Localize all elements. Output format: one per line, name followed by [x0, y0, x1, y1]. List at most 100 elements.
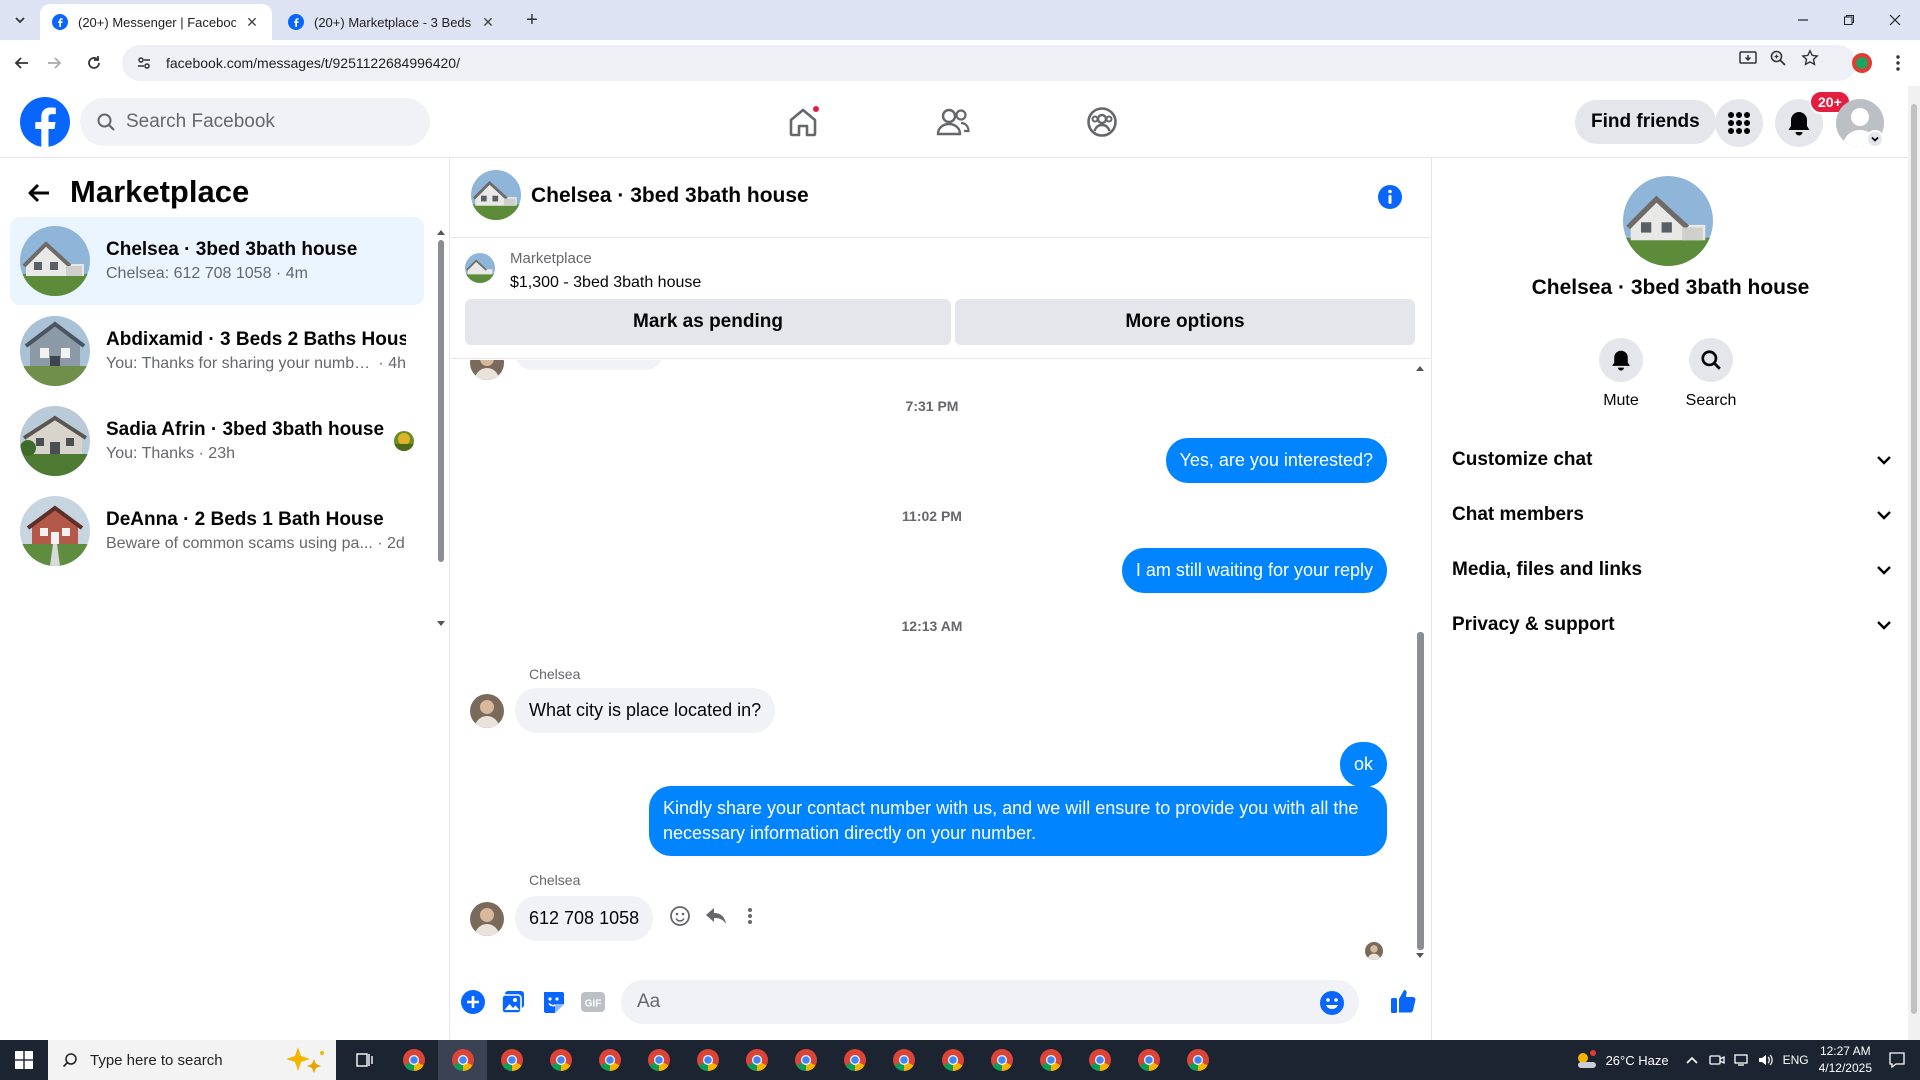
thumbs-up-icon[interactable] [1387, 985, 1419, 1017]
chat-scrollbar[interactable] [1413, 362, 1427, 960]
message-input-box[interactable] [621, 980, 1359, 1024]
chrome-taskbar-icon[interactable] [1075, 1040, 1124, 1080]
scrollbar-thumb[interactable] [1417, 632, 1424, 950]
tab-marketplace[interactable]: (20+) Marketplace - 3 Beds 2 B ✕ [276, 4, 508, 40]
react-emoji-icon[interactable] [667, 903, 693, 929]
conversation-avatar[interactable] [1623, 176, 1713, 266]
gif-icon[interactable]: GIF [579, 988, 607, 1016]
reload-icon[interactable] [80, 49, 108, 77]
weather-icon[interactable] [1574, 1049, 1598, 1071]
message-bubble-outgoing[interactable]: Kindly share your contact number with us… [649, 786, 1387, 856]
new-tab-button[interactable]: + [520, 8, 544, 32]
back-arrow-icon[interactable] [8, 49, 36, 77]
nav-home[interactable] [777, 96, 829, 148]
mark-as-pending-button[interactable]: Mark as pending [465, 299, 951, 345]
chrome-taskbar-icon[interactable] [977, 1040, 1026, 1080]
forward-arrow-icon[interactable] [40, 49, 68, 77]
chrome-taskbar-icon[interactable] [438, 1040, 487, 1080]
info-icon[interactable] [1377, 184, 1403, 210]
browser-menu-icon[interactable] [1884, 49, 1912, 77]
weather-text[interactable]: 26°C Haze [1606, 1053, 1669, 1068]
scrollbar-thumb[interactable] [1911, 104, 1917, 1014]
reply-icon[interactable] [703, 903, 729, 929]
chrome-taskbar-icon[interactable] [1026, 1040, 1075, 1080]
bookmark-star-icon[interactable] [1800, 48, 1820, 68]
clock[interactable]: 12:27 AM 4/12/2025 [1819, 1043, 1872, 1077]
chrome-taskbar-icon[interactable] [487, 1040, 536, 1080]
media-files-links-section[interactable]: Media, files and links [1452, 544, 1892, 596]
language-indicator[interactable]: ENG [1783, 1053, 1809, 1067]
close-tab-icon[interactable]: ✕ [244, 14, 260, 30]
message-bubble-incoming[interactable]: 612 708 1058 [515, 896, 654, 941]
listing-thumbnail[interactable] [465, 253, 495, 283]
chrome-taskbar-icon[interactable] [732, 1040, 781, 1080]
chat-title[interactable]: Chelsea · 3bed 3bath house [531, 184, 809, 208]
message-bubble-incoming[interactable]: What city is place located in? [515, 688, 776, 733]
tab-search-button[interactable] [8, 8, 32, 32]
taskbar-search[interactable]: Type here to search [48, 1040, 336, 1080]
install-app-icon[interactable] [1738, 48, 1758, 68]
back-arrow-icon[interactable] [24, 178, 54, 208]
windows-start-icon[interactable] [0, 1040, 48, 1080]
facebook-search-input[interactable] [126, 111, 416, 133]
house-thumbnail[interactable] [471, 170, 521, 220]
chrome-taskbar-icon[interactable] [389, 1040, 438, 1080]
conversation-item[interactable]: Chelsea · 3bed 3bath house Chelsea: 612 … [10, 217, 424, 305]
minimize-icon[interactable] [1780, 0, 1826, 40]
conversation-item[interactable]: DeAnna · 2 Beds 1 Bath House Beware of c… [10, 487, 424, 575]
privacy-support-section[interactable]: Privacy & support [1452, 599, 1892, 651]
restore-icon[interactable] [1826, 0, 1872, 40]
more-actions-icon[interactable] [737, 903, 763, 929]
profile-extension-icon[interactable] [1848, 49, 1876, 77]
mute-action[interactable]: Mute [1576, 338, 1666, 410]
page-scrollbar[interactable] [1908, 86, 1920, 1040]
task-view-icon[interactable] [340, 1040, 389, 1080]
chrome-taskbar-icon[interactable] [879, 1040, 928, 1080]
chrome-taskbar-icon[interactable] [634, 1040, 683, 1080]
message-bubble-outgoing[interactable]: I am still waiting for your reply [1121, 548, 1387, 593]
meet-now-icon[interactable] [1708, 1053, 1725, 1067]
sticker-icon[interactable] [539, 988, 567, 1016]
message-bubble-incoming[interactable] [515, 360, 663, 370]
chevron-down-icon[interactable] [1866, 130, 1884, 148]
more-options-button[interactable]: More options [955, 299, 1415, 345]
chrome-taskbar-icon[interactable] [683, 1040, 732, 1080]
plus-circle-icon[interactable] [459, 988, 487, 1016]
emoji-icon[interactable] [1319, 990, 1345, 1016]
nav-friends[interactable] [927, 96, 979, 148]
photo-icon[interactable] [499, 988, 527, 1016]
message-bubble-outgoing[interactable]: ok [1339, 742, 1387, 787]
chrome-taskbar-icon[interactable] [830, 1040, 879, 1080]
nav-groups[interactable] [1076, 96, 1128, 148]
chevron-up-icon[interactable] [1685, 1055, 1699, 1065]
notification-center-icon[interactable] [1888, 1051, 1906, 1069]
chelsea-avatar[interactable] [470, 902, 504, 936]
chrome-taskbar-icon[interactable] [928, 1040, 977, 1080]
chrome-taskbar-icon[interactable] [1173, 1040, 1222, 1080]
conversation-item[interactable]: Abdixamid · 3 Beds 2 Baths House You: Th… [10, 307, 424, 395]
facebook-logo-icon[interactable] [20, 97, 70, 147]
zoom-icon[interactable] [1768, 48, 1788, 68]
chelsea-avatar[interactable] [470, 694, 504, 728]
listing-title[interactable]: $1,300 - 3bed 3bath house [510, 274, 701, 292]
facebook-search-bar[interactable] [80, 98, 430, 146]
close-window-icon[interactable] [1872, 0, 1918, 40]
chrome-taskbar-icon[interactable] [781, 1040, 830, 1080]
chrome-taskbar-icon[interactable] [536, 1040, 585, 1080]
sidebar-scrollbar[interactable] [436, 228, 446, 628]
search-action[interactable]: Search [1666, 338, 1756, 410]
customize-chat-section[interactable]: Customize chat [1452, 434, 1892, 486]
find-friends-button[interactable]: Find friends [1575, 100, 1716, 144]
tab-messenger[interactable]: (20+) Messenger | Facebook ✕ [40, 4, 272, 40]
conversation-item[interactable]: Sadia Afrin · 3bed 3bath house You: Than… [10, 397, 424, 485]
chrome-taskbar-icon[interactable] [1124, 1040, 1173, 1080]
message-input[interactable] [637, 991, 1277, 1013]
scrollbar-thumb[interactable] [438, 240, 444, 562]
chat-members-section[interactable]: Chat members [1452, 489, 1892, 541]
close-tab-icon[interactable]: ✕ [480, 14, 496, 30]
message-bubble-outgoing[interactable]: Yes, are you interested? [1165, 438, 1387, 483]
address-bar[interactable]: facebook.com/messages/t/9251122684996420… [122, 45, 1856, 81]
volume-icon[interactable] [1757, 1053, 1773, 1067]
network-icon[interactable] [1733, 1053, 1749, 1067]
menu-button[interactable] [1715, 99, 1763, 147]
